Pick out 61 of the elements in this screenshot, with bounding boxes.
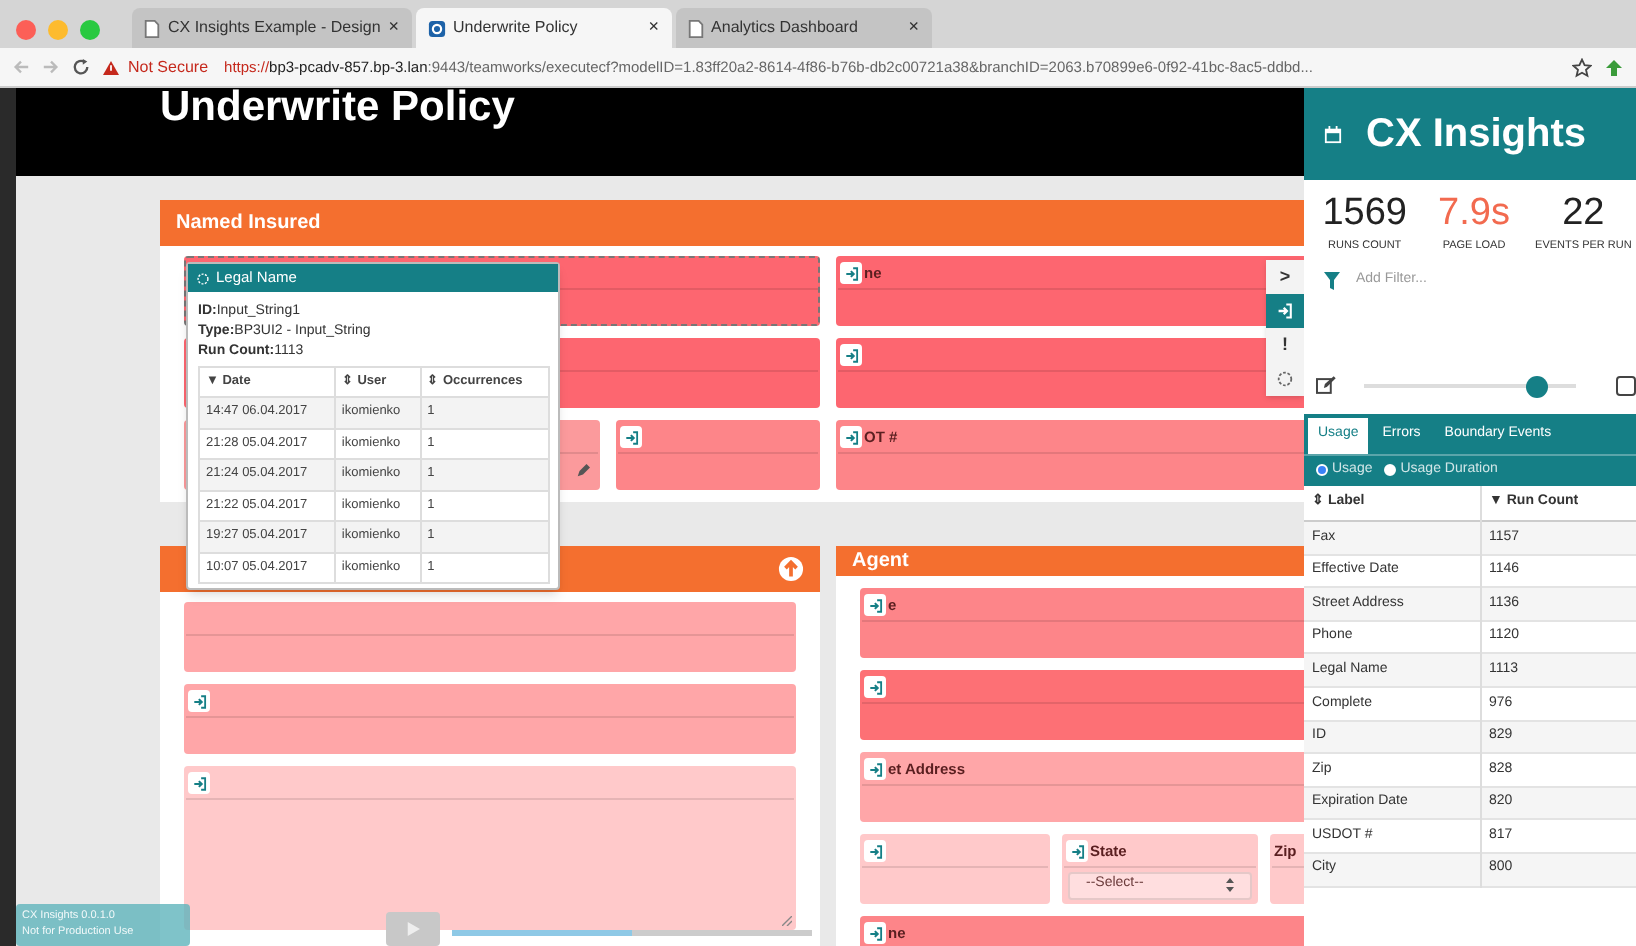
tab-title: CX Insights Example - Design bbox=[168, 16, 381, 40]
spinner-icon bbox=[1276, 370, 1294, 388]
panel-title: CX Insights bbox=[1366, 110, 1587, 160]
tool-button[interactable] bbox=[1266, 294, 1304, 328]
form-field[interactable] bbox=[616, 420, 820, 490]
stat-value: 22 bbox=[1562, 192, 1605, 236]
browser-tab[interactable]: Underwrite Policy × bbox=[415, 8, 672, 48]
tool-button[interactable]: ! bbox=[1266, 328, 1304, 362]
spinner-icon bbox=[196, 271, 210, 285]
login-icon[interactable] bbox=[1066, 840, 1088, 862]
close-icon[interactable]: × bbox=[648, 14, 660, 42]
sort-icon bbox=[1226, 878, 1234, 892]
login-icon[interactable] bbox=[864, 922, 886, 944]
login-icon[interactable] bbox=[864, 676, 886, 698]
tool-button[interactable]: > bbox=[1266, 260, 1304, 294]
security-label: Not Secure bbox=[128, 55, 209, 79]
form-field[interactable] bbox=[860, 670, 1304, 740]
form-field[interactable] bbox=[184, 766, 796, 930]
form-field[interactable] bbox=[184, 602, 796, 672]
form-field[interactable] bbox=[860, 834, 1050, 904]
up-arrow-icon[interactable] bbox=[778, 556, 804, 582]
browser-tab[interactable]: Analytics Dashboard × bbox=[675, 8, 932, 48]
login-icon[interactable] bbox=[840, 262, 862, 284]
progress-track[interactable] bbox=[452, 930, 812, 936]
login-icon[interactable] bbox=[840, 344, 862, 366]
checkbox[interactable] bbox=[1616, 376, 1636, 396]
stat-value: 7.9s bbox=[1438, 192, 1510, 236]
page-title: Underwrite Policy bbox=[160, 88, 515, 128]
warning-icon bbox=[102, 59, 120, 75]
star-icon[interactable] bbox=[1572, 57, 1592, 77]
play-icon bbox=[406, 922, 420, 936]
page-icon bbox=[144, 19, 160, 37]
tool-button[interactable] bbox=[1266, 362, 1304, 396]
login-icon[interactable] bbox=[620, 426, 642, 448]
reload-icon[interactable] bbox=[72, 58, 90, 76]
login-icon[interactable] bbox=[188, 772, 210, 794]
resize-handle-icon[interactable] bbox=[782, 916, 792, 926]
login-icon bbox=[1276, 302, 1294, 320]
card-title: Named Insured bbox=[176, 210, 321, 238]
stat-value: 1569 bbox=[1322, 192, 1407, 236]
slider-thumb[interactable] bbox=[1525, 375, 1548, 397]
edit-icon[interactable] bbox=[1316, 376, 1336, 396]
close-icon[interactable]: × bbox=[388, 14, 400, 42]
login-icon[interactable] bbox=[840, 426, 862, 448]
form-field[interactable] bbox=[836, 338, 1304, 408]
calendar-icon[interactable] bbox=[1324, 125, 1342, 143]
page-icon bbox=[687, 19, 704, 37]
tab-title: Underwrite Policy bbox=[453, 16, 580, 40]
gear-icon bbox=[427, 19, 446, 37]
extension-icon[interactable] bbox=[1604, 57, 1624, 77]
browser-tab[interactable]: CX Insights Example - Design × bbox=[132, 8, 412, 48]
filter-icon[interactable] bbox=[1324, 271, 1340, 290]
form-field[interactable] bbox=[184, 684, 796, 754]
login-icon[interactable] bbox=[864, 758, 886, 780]
close-icon[interactable]: × bbox=[908, 14, 920, 42]
login-icon[interactable] bbox=[188, 690, 210, 712]
login-icon[interactable] bbox=[864, 594, 886, 616]
login-icon[interactable] bbox=[864, 840, 886, 862]
card-title: Agent bbox=[852, 548, 909, 576]
pencil-icon[interactable] bbox=[576, 464, 590, 478]
tab-title: Analytics Dashboard bbox=[711, 16, 860, 40]
